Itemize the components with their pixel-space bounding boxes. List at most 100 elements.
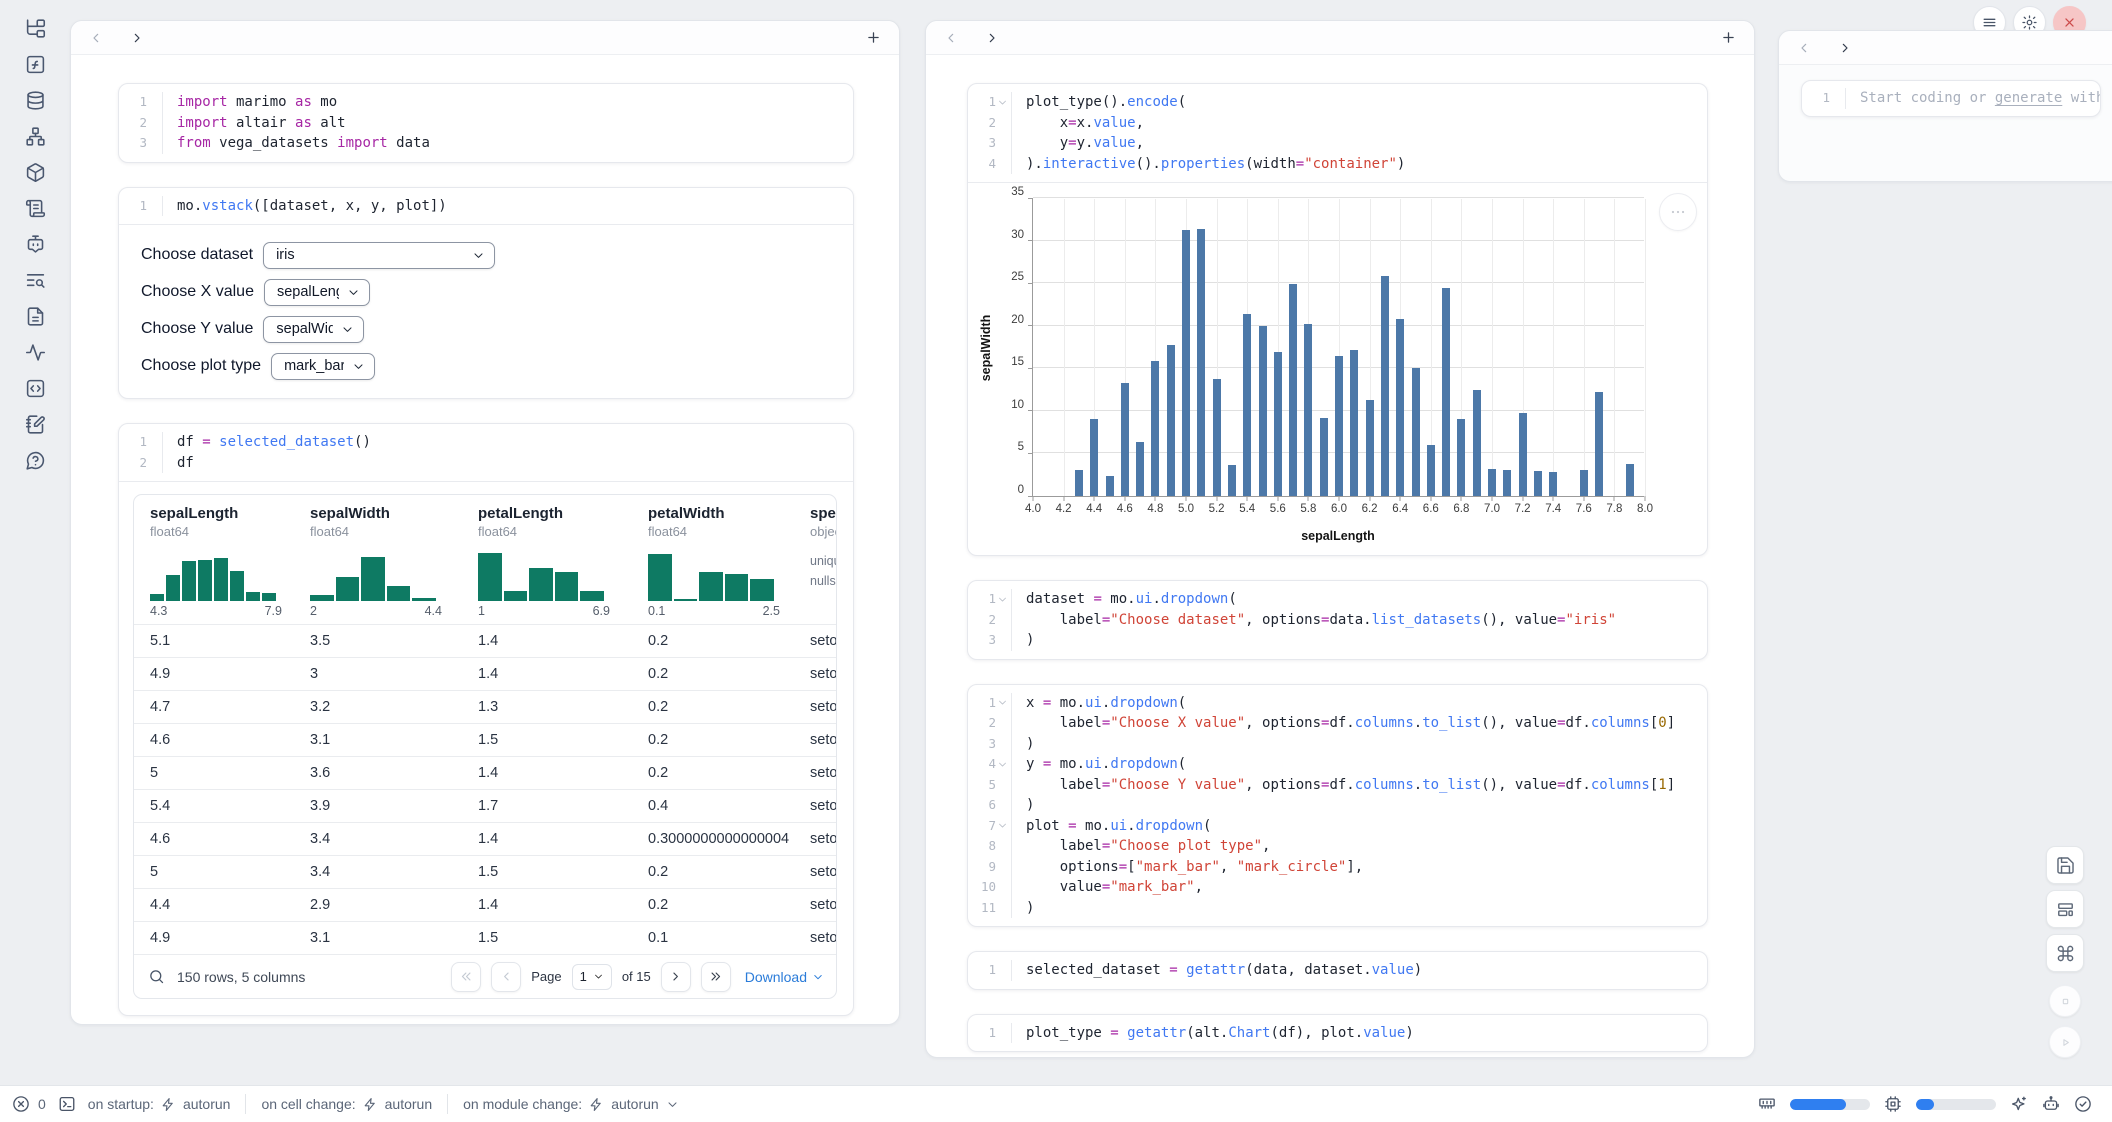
code-line[interactable]: 2import altair as alt: [119, 113, 853, 134]
panel-back-button[interactable]: [1796, 40, 1812, 56]
code-line[interactable]: 3): [968, 630, 1707, 651]
fold-chevron-icon[interactable]: [997, 759, 1008, 770]
add-cell-button[interactable]: [865, 29, 882, 46]
code-cell-vstack[interactable]: 1mo.vstack([dataset, x, y, plot]) Choose…: [118, 187, 854, 400]
table-row[interactable]: 4.63.11.50.2setos: [134, 723, 836, 756]
code-line[interactable]: 8 label="Choose plot type",: [968, 836, 1707, 857]
code-cell-dataset-dropdown[interactable]: 1dataset = mo.ui.dropdown(2 label="Choos…: [967, 580, 1708, 660]
code-line[interactable]: 2 x=x.value,: [968, 113, 1707, 134]
code-cell-selected-dataset[interactable]: 1selected_dataset = getattr(data, datase…: [967, 951, 1708, 990]
y-value-select[interactable]: sepalWidth: [263, 316, 364, 343]
runtime-config-1[interactable]: on startup:autorun: [88, 1096, 231, 1112]
interrupt-button[interactable]: [2049, 985, 2081, 1017]
code-line[interactable]: 2 label="Choose dataset", options=data.l…: [968, 610, 1707, 631]
fold-chevron-icon[interactable]: [997, 820, 1008, 831]
code-line[interactable]: 3from vega_datasets import data: [119, 133, 853, 154]
panel-back-button[interactable]: [88, 30, 104, 46]
table-row[interactable]: 4.931.40.2setos: [134, 657, 836, 690]
bot-icon[interactable]: [25, 234, 46, 255]
first-page-button[interactable]: [451, 962, 481, 992]
code-line[interactable]: 2df: [119, 453, 853, 474]
code-line[interactable]: 2 label="Choose X value", options=df.col…: [968, 713, 1707, 734]
code-line[interactable]: 3): [968, 734, 1707, 755]
network-icon[interactable]: [25, 126, 46, 147]
column-header[interactable]: sepalLengthfloat644.37.9: [134, 505, 294, 618]
table-row[interactable]: 4.93.11.50.1setos: [134, 921, 836, 954]
code-square-icon[interactable]: [25, 378, 46, 399]
generate-link[interactable]: generate: [1995, 90, 2062, 106]
add-cell-button[interactable]: [1720, 29, 1737, 46]
table-row[interactable]: 53.61.40.2setos: [134, 756, 836, 789]
file-tree-icon[interactable]: [25, 18, 46, 39]
run-button[interactable]: [2049, 1026, 2081, 1058]
layout-button[interactable]: [2046, 890, 2084, 928]
notebook-pen-icon[interactable]: [25, 414, 46, 435]
table-row[interactable]: 4.73.21.30.2setos: [134, 690, 836, 723]
search-list-icon[interactable]: [25, 270, 46, 291]
ai-sparkles-button[interactable]: [2010, 1095, 2028, 1113]
column-header[interactable]: petalLengthfloat6416.9: [462, 505, 632, 618]
package-icon[interactable]: [25, 162, 46, 183]
chart-menu-button[interactable]: [1659, 193, 1697, 231]
help-icon[interactable]: [25, 450, 46, 471]
code-cell-dataframe[interactable]: 1df = selected_dataset()2df sepalLengthf…: [118, 423, 854, 1016]
code-line[interactable]: 3 y=y.value,: [968, 133, 1707, 154]
fold-chevron-icon[interactable]: [997, 97, 1008, 108]
column-header[interactable]: speciobjecuniqunulls:: [794, 505, 837, 618]
empty-code-cell[interactable]: 1 Start coding or generate with: [1801, 80, 2101, 117]
table-search-icon[interactable]: [148, 968, 165, 985]
fold-chevron-icon[interactable]: [997, 697, 1008, 708]
table-row[interactable]: 4.63.41.40.3000000000000004setos: [134, 822, 836, 855]
ai-assistant-button[interactable]: [2042, 1095, 2060, 1113]
code-cell-plot[interactable]: 1plot_type().encode(2 x=x.value,3 y=y.va…: [967, 83, 1708, 556]
table-row[interactable]: 5.43.91.70.4setos: [134, 789, 836, 822]
altair-chart[interactable]: 051015202530354.04.24.44.64.85.05.25.45.…: [968, 183, 1707, 555]
page-select[interactable]: 1: [572, 964, 612, 990]
fold-chevron-icon[interactable]: [997, 594, 1008, 605]
plot-type-select[interactable]: mark_bar: [271, 353, 375, 380]
panel-forward-button[interactable]: [1837, 40, 1853, 56]
error-count-icon[interactable]: [12, 1095, 30, 1113]
save-notebook-button[interactable]: [2046, 846, 2084, 884]
panel-back-button[interactable]: [943, 30, 959, 46]
prev-page-button[interactable]: [491, 962, 521, 992]
runtime-config-2[interactable]: on cell change:autorun: [261, 1096, 432, 1112]
code-line[interactable]: 9 options=["mark_bar", "mark_circle"],: [968, 857, 1707, 878]
code-line[interactable]: 1plot_type().encode(: [968, 92, 1707, 113]
table-row[interactable]: 4.42.91.40.2setos: [134, 888, 836, 921]
code-cell-plot-type[interactable]: 1plot_type = getattr(alt.Chart(df), plot…: [967, 1014, 1708, 1053]
activity-icon[interactable]: [25, 342, 46, 363]
keyboard-shortcuts-button[interactable]: [2046, 934, 2084, 972]
code-line[interactable]: 4y = mo.ui.dropdown(: [968, 754, 1707, 775]
dataset-select[interactable]: iris: [263, 242, 495, 269]
code-cell-widget-dropdowns[interactable]: 1x = mo.ui.dropdown(2 label="Choose X va…: [967, 684, 1708, 928]
code-line[interactable]: 1dataset = mo.ui.dropdown(: [968, 589, 1707, 610]
scroll-icon[interactable]: [25, 198, 46, 219]
database-icon[interactable]: [25, 90, 46, 111]
editor-placeholder[interactable]: Start coding or generate with: [1846, 88, 2101, 109]
code-line[interactable]: 4).interactive().properties(width="conta…: [968, 154, 1707, 175]
x-value-select[interactable]: sepalLength: [264, 279, 370, 306]
code-line[interactable]: 5 label="Choose Y value", options=df.col…: [968, 775, 1707, 796]
panel-forward-button[interactable]: [129, 30, 145, 46]
code-line[interactable]: 1import marimo as mo: [119, 92, 853, 113]
code-line[interactable]: 6): [968, 795, 1707, 816]
last-page-button[interactable]: [701, 962, 731, 992]
column-header[interactable]: sepalWidthfloat6424.4: [294, 505, 462, 618]
code-line[interactable]: 1plot_type = getattr(alt.Chart(df), plot…: [968, 1023, 1707, 1044]
code-line[interactable]: 10 value="mark_bar",: [968, 877, 1707, 898]
next-page-button[interactable]: [661, 962, 691, 992]
download-button[interactable]: Download: [745, 969, 824, 985]
table-row[interactable]: 53.41.50.2setos: [134, 855, 836, 888]
table-row[interactable]: 5.13.51.40.2setos: [134, 624, 836, 657]
code-line[interactable]: 11): [968, 898, 1707, 919]
panel-forward-button[interactable]: [984, 30, 1000, 46]
code-line[interactable]: 1x = mo.ui.dropdown(: [968, 693, 1707, 714]
code-line[interactable]: 1selected_dataset = getattr(data, datase…: [968, 960, 1707, 981]
column-header[interactable]: petalWidthfloat640.12.5: [632, 505, 794, 618]
code-line[interactable]: 1mo.vstack([dataset, x, y, plot]): [119, 196, 853, 217]
code-cell-imports[interactable]: 1import marimo as mo2import altair as al…: [118, 83, 854, 163]
runtime-config-3[interactable]: on module change:autorun: [463, 1096, 679, 1112]
code-line[interactable]: 7plot = mo.ui.dropdown(: [968, 816, 1707, 837]
function-square-icon[interactable]: [25, 54, 46, 75]
